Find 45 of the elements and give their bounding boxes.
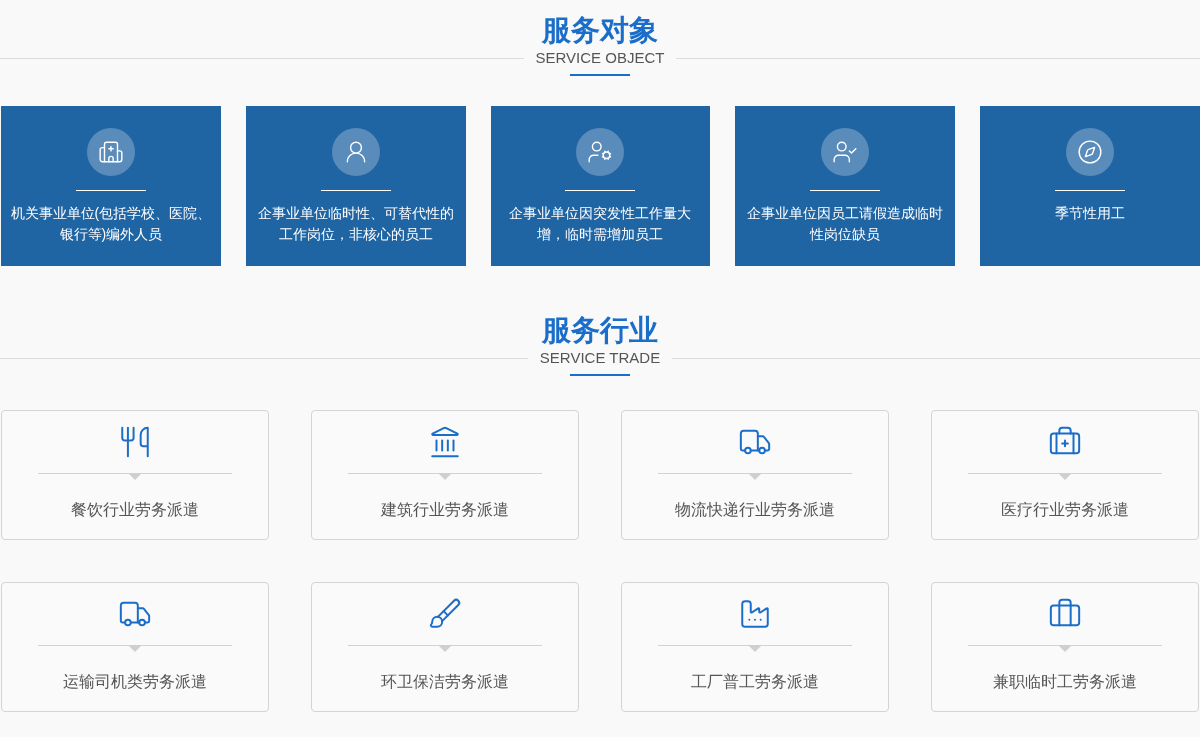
- pointer-icon: [748, 645, 762, 652]
- service-trade-card[interactable]: 工厂普工劳务派遣: [621, 582, 889, 712]
- pointer-icon: [438, 645, 452, 652]
- card-label: 工厂普工劳务派遣: [691, 672, 819, 692]
- card-label: 兼职临时工劳务派遣: [993, 672, 1137, 692]
- section-subtitle: SERVICE OBJECT: [534, 48, 666, 68]
- section-subtitle: SERVICE TRADE: [538, 348, 662, 368]
- section-title: 服务行业: [542, 313, 658, 348]
- service-trade-card[interactable]: 运输司机类劳务派遣: [1, 582, 269, 712]
- card-text: 季节性用工: [1055, 204, 1126, 223]
- compass-icon: [1066, 128, 1115, 176]
- pointer-icon: [1058, 473, 1072, 480]
- broom-icon: [428, 597, 462, 631]
- service-trade-card[interactable]: 餐饮行业劳务派遣: [1, 410, 269, 540]
- building-icon: [86, 128, 135, 176]
- service-object-card[interactable]: 企事业单位临时性、可替代性的工作岗位，非核心的员工: [245, 106, 466, 266]
- service-trade-card[interactable]: 环卫保洁劳务派遣: [311, 582, 579, 712]
- card-text: 企事业单位因员工请假造成临时性岗位缺员: [746, 204, 945, 244]
- pointer-icon: [1058, 645, 1072, 652]
- card-label: 建筑行业劳务派遣: [381, 500, 509, 520]
- service-object-card[interactable]: 季节性用工: [980, 106, 1200, 266]
- service-object-card[interactable]: 企事业单位因突发性工作量大增，临时需增加员工: [490, 106, 711, 266]
- card-label: 运输司机类劳务派遣: [63, 672, 207, 692]
- card-label: 物流快递行业劳务派遣: [675, 500, 835, 520]
- card-text: 机关事业单位(包括学校、医院、银行等)编外人员: [9, 204, 213, 244]
- service-trade-card[interactable]: 物流快递行业劳务派遣: [621, 410, 889, 540]
- pointer-icon: [128, 645, 142, 652]
- card-text: 企事业单位因突发性工作量大增，临时需增加员工: [508, 204, 693, 244]
- building-columns-icon: [428, 425, 462, 459]
- utensils-icon: [118, 425, 152, 459]
- service-trade-card[interactable]: 兼职临时工劳务派遣: [931, 582, 1199, 712]
- card-text: 企事业单位临时性、可替代性的工作岗位，非核心的员工: [256, 204, 455, 244]
- card-label: 环卫保洁劳务派遣: [381, 672, 509, 692]
- pointer-icon: [438, 473, 452, 480]
- pointer-icon: [748, 473, 762, 480]
- service-object-card[interactable]: 企事业单位因员工请假造成临时性岗位缺员: [735, 106, 956, 266]
- card-label: 医疗行业劳务派遣: [1001, 500, 1129, 520]
- card-label: 餐饮行业劳务派遣: [71, 500, 199, 520]
- service-trade-card[interactable]: 建筑行业劳务派遣: [311, 410, 579, 540]
- pointer-icon: [128, 473, 142, 480]
- service-object-card[interactable]: 机关事业单位(包括学校、医院、银行等)编外人员: [1, 106, 221, 266]
- factory-icon: [738, 597, 772, 631]
- user-check-icon: [821, 128, 870, 176]
- service-trade-card[interactable]: 医疗行业劳务派遣: [931, 410, 1199, 540]
- section-title: 服务对象: [542, 13, 658, 48]
